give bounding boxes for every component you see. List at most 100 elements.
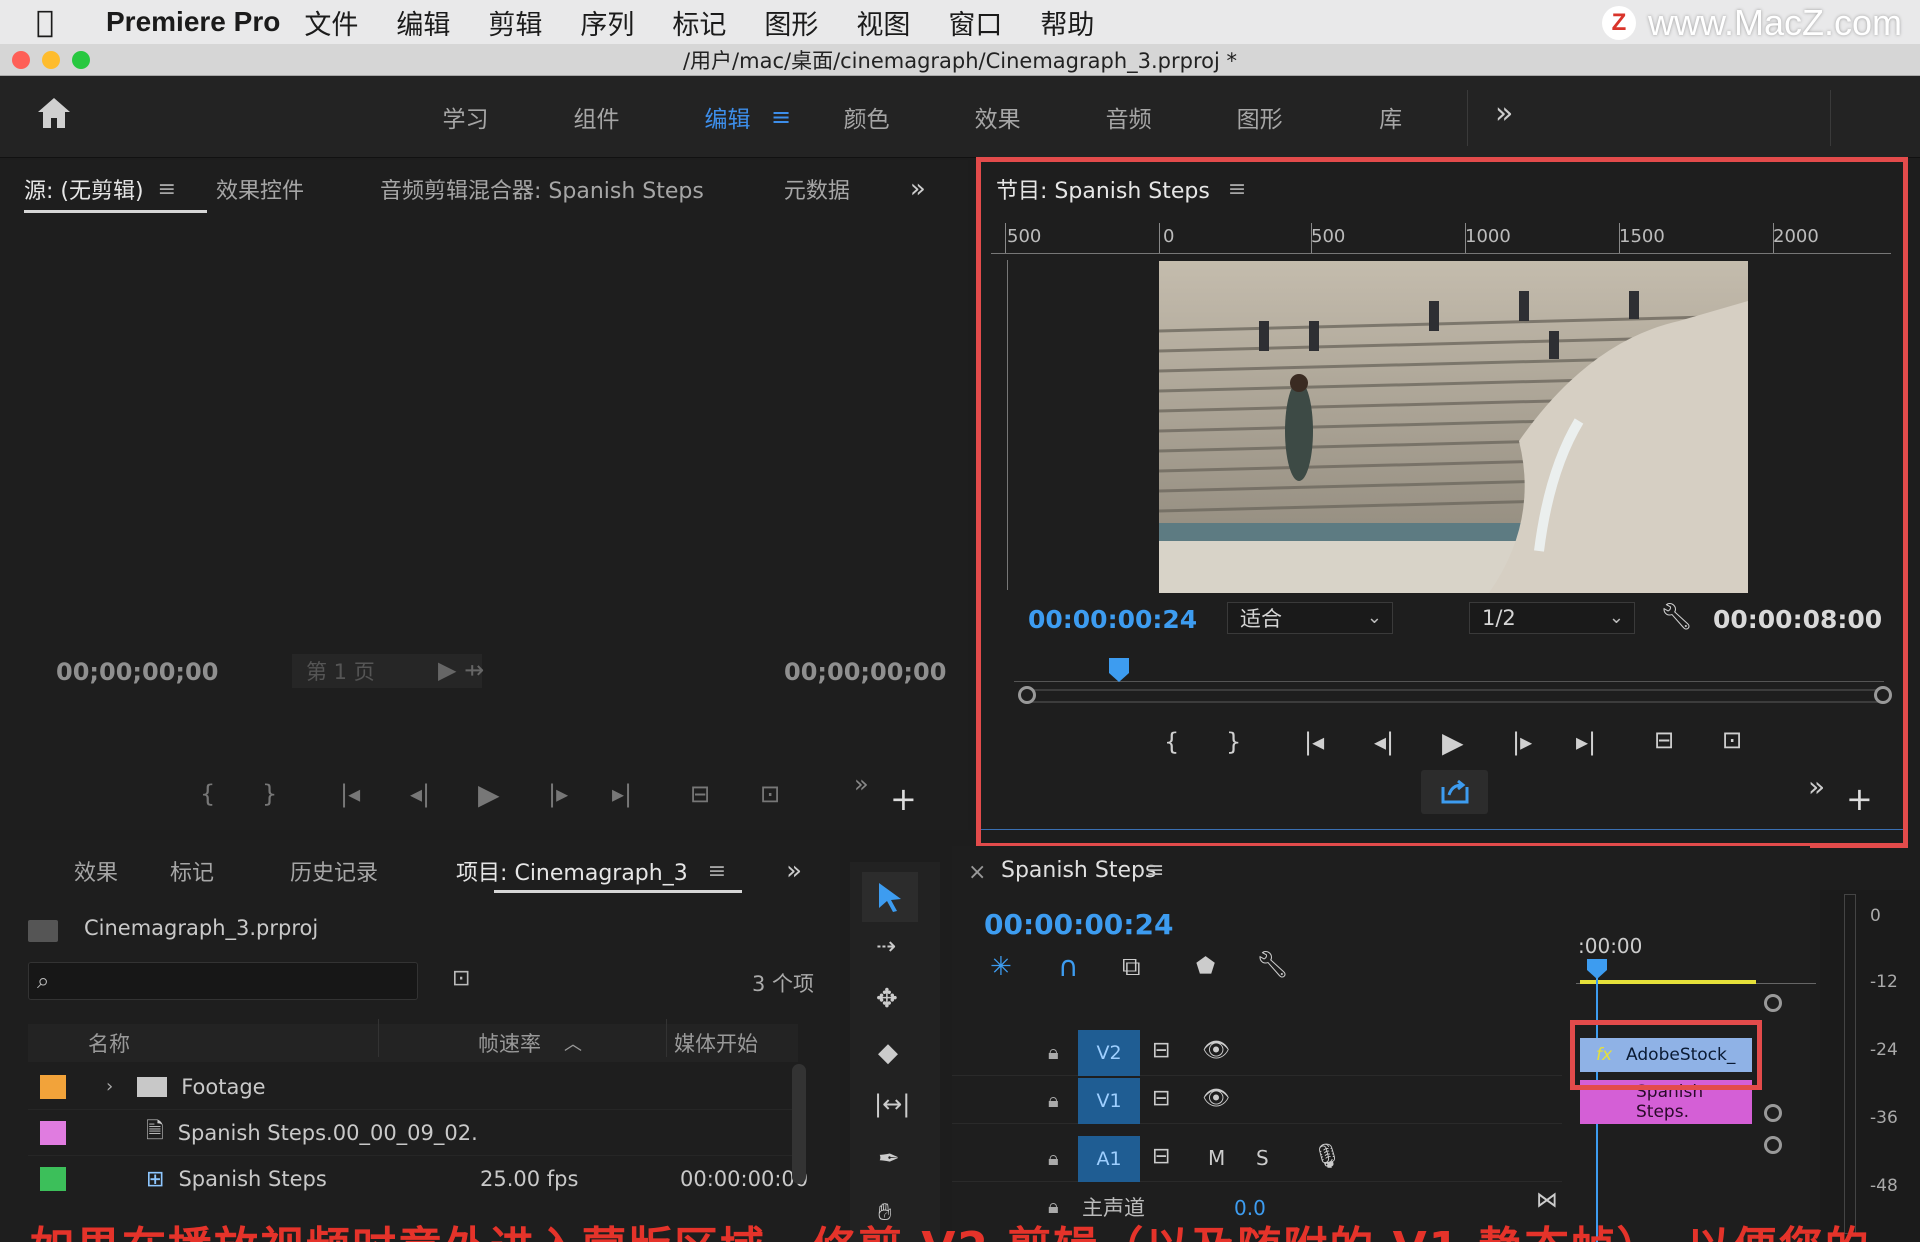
razor-tool-icon[interactable]: ◆ xyxy=(878,1038,898,1068)
apple-icon[interactable]:  xyxy=(36,5,86,40)
list-item[interactable]: › Footage xyxy=(28,1064,798,1110)
tab-audio-clip-mixer[interactable]: 音频剪辑混合器: Spanish Steps xyxy=(380,173,704,205)
close-timeline-icon[interactable]: × xyxy=(968,860,986,885)
zoom-bar[interactable] xyxy=(1026,689,1886,703)
list-item[interactable]: ⊞ Spanish Steps 25.00 fps 00:00:00:00 xyxy=(28,1156,808,1202)
work-area-bar[interactable] xyxy=(1580,980,1756,984)
workspace-menu-icon[interactable]: ≡ xyxy=(771,103,791,131)
slip-tool-icon[interactable]: |↔| xyxy=(874,1090,910,1118)
source-play-icon[interactable]: ▶ xyxy=(478,778,500,811)
workspace-tab-audio[interactable]: 音频 xyxy=(1063,100,1194,134)
tab-program[interactable]: 节目: Spanish Steps xyxy=(996,173,1210,205)
workspace-tab-color[interactable]: 颜色 xyxy=(801,100,932,134)
microphone-icon[interactable]: 🎙︎ xyxy=(1312,1142,1342,1170)
track-height-handle[interactable] xyxy=(1764,1104,1782,1122)
tab-metadata[interactable]: 元数据 xyxy=(784,173,850,205)
go-to-end-icon[interactable]: ⋈ xyxy=(1536,1188,1558,1213)
close-window-button[interactable] xyxy=(12,51,30,69)
export-frame-button[interactable] xyxy=(1421,770,1488,814)
workspace-tab-libraries[interactable]: 库 xyxy=(1325,100,1456,134)
tab-project[interactable]: 项目: Cinemagraph_3 xyxy=(456,855,688,887)
project-more-icon[interactable]: » xyxy=(786,856,802,886)
program-menu-icon[interactable]: ≡ xyxy=(1228,177,1246,202)
source-mark-out-icon[interactable]: } xyxy=(262,780,277,808)
program-video-frame[interactable] xyxy=(1159,261,1748,593)
source-more-icon[interactable]: » xyxy=(910,174,926,204)
home-icon[interactable] xyxy=(36,96,72,130)
playhead-icon[interactable] xyxy=(1108,657,1130,683)
label-color-swatch[interactable] xyxy=(40,1120,66,1145)
source-insert-icon[interactable]: ⊟ xyxy=(690,780,710,808)
sync-lock-icon[interactable]: ⊟ xyxy=(1152,1038,1170,1063)
pen-tool-icon[interactable]: ✒ xyxy=(878,1144,900,1174)
fit-dropdown[interactable]: 适合 ⌄ xyxy=(1227,602,1393,634)
column-media-start[interactable]: 媒体开始 xyxy=(674,1028,758,1058)
lock-icon[interactable]: 🔒︎ xyxy=(1048,1146,1059,1170)
zoom-handle-left[interactable] xyxy=(1018,686,1036,704)
lock-icon[interactable]: 🔒︎ xyxy=(1048,1040,1059,1064)
find-icon[interactable]: ⊡ xyxy=(452,966,470,991)
linked-selection-icon[interactable]: ⧉ xyxy=(1122,952,1141,983)
chevron-right-icon[interactable]: › xyxy=(106,1076,113,1097)
menu-sequence[interactable]: 序列 xyxy=(580,3,634,42)
workspace-more-icon[interactable]: » xyxy=(1495,96,1513,131)
source-step-back-icon[interactable]: ◂| xyxy=(410,780,430,808)
tab-effect-controls[interactable]: 效果控件 xyxy=(216,173,304,205)
step-back-icon[interactable]: ◂| xyxy=(1374,728,1394,756)
program-more-icon[interactable]: » xyxy=(1808,770,1825,803)
solo-button[interactable]: S xyxy=(1256,1146,1269,1170)
timeline-timecode[interactable]: 00:00:00:24 xyxy=(984,908,1173,941)
list-item[interactable]: 🗎︎ Spanish Steps.00_00_09_02. xyxy=(28,1110,798,1156)
mark-out-icon[interactable]: } xyxy=(1226,728,1241,756)
add-marker-icon[interactable]: ⬟ xyxy=(1196,954,1215,979)
playhead-icon[interactable] xyxy=(1586,958,1608,980)
lock-icon[interactable]: 🔒︎ xyxy=(1048,1088,1059,1112)
timeline-settings-icon[interactable]: 🔧︎ xyxy=(1256,950,1289,980)
eye-icon[interactable]: 👁︎ xyxy=(1202,1038,1230,1063)
program-timecode-current[interactable]: 00:00:00:24 xyxy=(1028,605,1197,634)
source-settings-icon[interactable]: ▶ ⇸ xyxy=(438,656,484,684)
wrench-icon[interactable]: 🔧︎ xyxy=(1660,602,1693,632)
source-overwrite-icon[interactable]: ⊡ xyxy=(760,780,780,808)
source-transport-more-icon[interactable]: » xyxy=(854,770,869,798)
go-to-out-icon[interactable]: ▸| xyxy=(1576,728,1596,756)
tab-markers[interactable]: 标记 xyxy=(170,855,214,887)
workspace-tab-learn[interactable]: 学习 xyxy=(400,100,531,134)
column-name[interactable]: 名称 xyxy=(88,1028,130,1058)
menu-edit[interactable]: 编辑 xyxy=(396,3,450,42)
source-go-to-in-icon[interactable]: |◂ xyxy=(340,780,360,808)
workspace-tab-assembly[interactable]: 组件 xyxy=(531,100,662,134)
workspace-tab-effects[interactable]: 效果 xyxy=(932,100,1063,134)
program-add-button[interactable]: + xyxy=(1846,780,1873,818)
selection-tool[interactable] xyxy=(862,872,918,922)
track-height-handle[interactable] xyxy=(1764,994,1782,1012)
project-scrollbar[interactable] xyxy=(792,1064,806,1184)
menu-markers[interactable]: 标记 xyxy=(672,3,726,42)
tab-source[interactable]: 源: (无剪辑) xyxy=(24,173,144,205)
menu-view[interactable]: 视图 xyxy=(856,3,910,42)
source-mark-in-icon[interactable]: { xyxy=(200,780,215,808)
mark-in-icon[interactable]: { xyxy=(1164,728,1179,756)
timeline-menu-icon[interactable]: ≡ xyxy=(1146,858,1164,883)
eye-icon[interactable]: 👁︎ xyxy=(1202,1086,1230,1111)
tab-effects[interactable]: 效果 xyxy=(74,855,118,887)
app-name-menu[interactable]: Premiere Pro xyxy=(106,6,280,38)
nest-sequence-icon[interactable]: ✳︎ xyxy=(990,952,1012,982)
sync-lock-icon[interactable]: ⊟ xyxy=(1152,1086,1170,1111)
mute-button[interactable]: M xyxy=(1208,1146,1225,1170)
source-menu-icon[interactable]: ≡ xyxy=(158,177,176,202)
track-height-handle[interactable] xyxy=(1764,1136,1782,1154)
go-to-in-icon[interactable]: |◂ xyxy=(1304,728,1324,756)
workspace-tab-graphics[interactable]: 图形 xyxy=(1194,100,1325,134)
track-target-v1[interactable]: V1 xyxy=(1078,1078,1140,1124)
source-step-forward-icon[interactable]: |▸ xyxy=(548,780,568,808)
resolution-dropdown[interactable]: 1/2 ⌄ xyxy=(1469,602,1635,634)
extract-icon[interactable]: ⊡ xyxy=(1722,726,1742,754)
column-fps[interactable]: 帧速率 xyxy=(478,1028,541,1058)
sync-lock-icon[interactable]: ⊟ xyxy=(1152,1144,1170,1169)
source-timecode-current[interactable]: 00;00;00;00 xyxy=(56,658,218,686)
play-icon[interactable]: ▶ xyxy=(1442,726,1464,759)
zoom-window-button[interactable] xyxy=(72,51,90,69)
timeline-title[interactable]: Spanish Steps xyxy=(1001,858,1156,883)
ripple-edit-icon[interactable]: ✥ xyxy=(876,984,898,1014)
